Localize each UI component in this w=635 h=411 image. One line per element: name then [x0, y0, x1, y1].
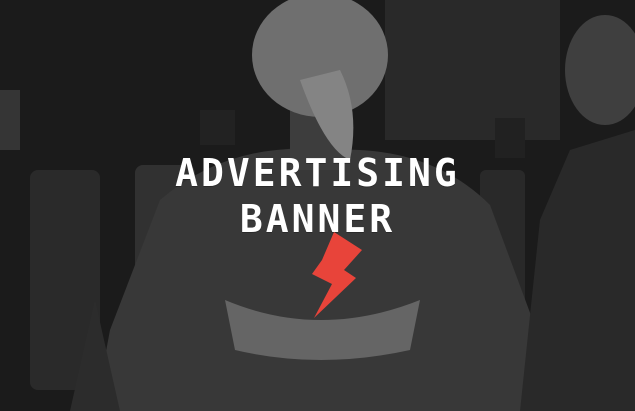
- advertising-banner[interactable]: ADVERTISING BANNER: [0, 0, 635, 411]
- lightning-bolt-icon: [312, 232, 362, 318]
- banner-title: ADVERTISING BANNER: [175, 150, 460, 242]
- banner-content: ADVERTISING BANNER: [0, 150, 635, 242]
- banner-title-line-1: ADVERTISING: [175, 151, 460, 195]
